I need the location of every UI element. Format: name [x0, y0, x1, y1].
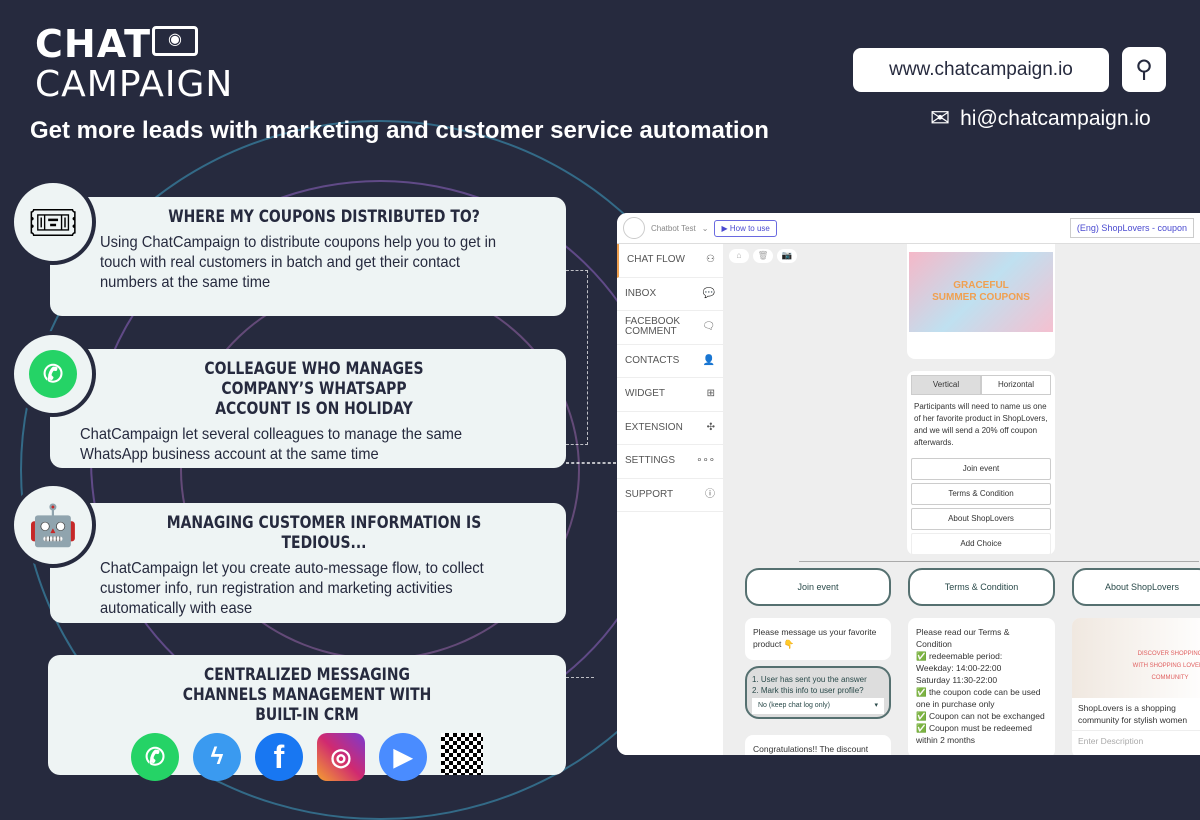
sidebar-item-support[interactable]: SUPPORT ⓘ: [617, 479, 723, 512]
sidebar: CHAT FLOW ⚇ INBOX 💬 FACEBOOK COMMENT 🗨 CONT…: [617, 244, 723, 755]
sidebar-item-widget[interactable]: WIDGET ⊞: [617, 378, 723, 412]
instagram-icon: ◎: [317, 733, 365, 781]
bot-selector[interactable]: Chatbot Test: [651, 224, 696, 233]
choice-button[interactable]: About ShopLovers: [911, 508, 1051, 530]
condition-text: 1. User has sent you the answer 2. Mark …: [752, 675, 867, 695]
how-to-use-button[interactable]: ▶ How to use: [714, 219, 777, 237]
search-button[interactable]: ⚲: [1122, 47, 1166, 92]
sidebar-item-settings[interactable]: SETTINGS ∘∘∘: [617, 445, 723, 479]
choice-button[interactable]: Terms & Condition: [911, 483, 1051, 505]
app-screenshot: Chatbot Test ⌄ ▶ How to use (Eng) ShopLov…: [617, 213, 1200, 755]
website-link[interactable]: www.chatcampaign.io: [853, 48, 1109, 92]
logo-campaign: CAMPAIGN: [35, 64, 234, 105]
feature-title: Colleague who manages company’s WhatsApp…: [204, 359, 424, 419]
congrats-node[interactable]: Congratulations!! The discount: [745, 735, 891, 755]
zoom-icon: ▶: [379, 733, 427, 781]
connector-line: [566, 270, 588, 445]
mail-icon: ✉: [930, 105, 951, 132]
connector-line: [566, 462, 616, 464]
feature-body: ChatCampaign let several colleagues to m…: [80, 426, 463, 463]
chat-bubbles-icon: 💬: [702, 287, 715, 299]
description-input[interactable]: Enter Description: [1072, 731, 1200, 751]
feature-card-channels: Centralized messaging channels managemen…: [48, 655, 566, 781]
tab-vertical[interactable]: Vertical: [911, 375, 981, 395]
connector-line: [566, 510, 594, 678]
choice-button[interactable]: Join event: [911, 458, 1051, 480]
trash-icon[interactable]: 🗑: [753, 249, 773, 263]
tagline: Get more leads with marketing and custom…: [30, 117, 769, 144]
messenger-icon: ϟ: [193, 733, 241, 781]
whatsapp-icon: ✆: [131, 733, 179, 781]
about-caption: ShopLovers is a shopping community for s…: [1072, 698, 1200, 731]
bot-avatar[interactable]: [623, 217, 645, 239]
qr-code-icon: [441, 733, 483, 775]
chevron-down-icon: ⌄: [701, 223, 709, 233]
feature-body: Using ChatCampaign to distribute coupons…: [100, 234, 497, 291]
how-to-use-label: How to use: [729, 223, 770, 233]
sidebar-item-chat-flow[interactable]: CHAT FLOW ⚇: [617, 244, 723, 278]
facebook-icon: f: [255, 733, 303, 781]
help-icon: ⓘ: [705, 488, 715, 500]
whatsapp-icon: ✆: [29, 350, 77, 398]
search-icon: ⚲: [1135, 56, 1153, 83]
sidebar-item-extension[interactable]: EXTENSION ✣: [617, 412, 723, 445]
about-node[interactable]: DISCOVER SHOPPING WITH SHOPPING LOVERS C…: [1072, 618, 1200, 755]
branch-join-event[interactable]: Join event: [745, 568, 891, 606]
contacts-icon: 👤: [702, 354, 715, 366]
sidebar-item-inbox[interactable]: INBOX 💬: [617, 278, 723, 311]
feature-title: Where my coupons distributed to?: [168, 207, 480, 227]
feature-title: Managing customer information is tedious…: [166, 513, 482, 553]
branch-about[interactable]: About ShopLovers: [1072, 568, 1200, 606]
email-link[interactable]: ✉ hi@chatcampaign.io: [930, 104, 1151, 133]
home-icon[interactable]: ⌂: [729, 249, 749, 263]
about-image: DISCOVER SHOPPING WITH SHOPPING LOVERS C…: [1072, 618, 1200, 698]
canvas-toolbar: ⌂ 🗑 📷: [729, 249, 797, 263]
sidebar-item-facebook-comment[interactable]: FACEBOOK COMMENT 🗨: [617, 311, 723, 345]
coupon-banner-node[interactable]: GRACEFUL SUMMER COUPONS: [907, 244, 1055, 359]
condition-node[interactable]: 1. User has sent you the answer 2. Mark …: [745, 666, 891, 719]
app-topbar: Chatbot Test ⌄ ▶ How to use (Eng) ShopLov…: [617, 213, 1200, 244]
comment-icon: 🗨: [702, 321, 715, 333]
chat-bubble-logo-icon: ◉: [152, 26, 198, 56]
feature-card-crm: Managing customer information is tedious…: [50, 503, 566, 623]
widget-grid-icon: ⊞: [706, 388, 715, 400]
feature-card-whatsapp: Colleague who manages company’s WhatsApp…: [50, 349, 566, 468]
more-dots-icon: ∘∘∘: [696, 455, 715, 467]
tab-horizontal[interactable]: Horizontal: [981, 375, 1051, 395]
intro-text: Participants will need to name us one of…: [914, 402, 1048, 447]
branch-terms[interactable]: Terms & Condition: [908, 568, 1055, 606]
join-message-node[interactable]: Please message us your favorite product …: [745, 618, 891, 660]
condition-select[interactable]: No (keep chat log only) ▾: [752, 698, 884, 714]
robot-icon: 🤖: [10, 482, 96, 568]
feature-body: ChatCampaign let you create auto-message…: [100, 560, 484, 617]
email-text: hi@chatcampaign.io: [960, 106, 1151, 130]
camera-icon[interactable]: 📷: [777, 249, 797, 263]
flow-tree-icon: ⚇: [706, 254, 715, 266]
add-choice-button[interactable]: Add Choice: [911, 533, 1051, 555]
coupon-banner-image: GRACEFUL SUMMER COUPONS: [909, 252, 1053, 332]
message-node[interactable]: Vertical Horizontal Participants will nee…: [907, 371, 1055, 555]
sidebar-item-contacts[interactable]: CONTACTS 👤: [617, 345, 723, 378]
terms-node[interactable]: Please read our Terms & Condition ✅ rede…: [908, 618, 1055, 755]
feature-title: Centralized messaging channels managemen…: [182, 665, 432, 725]
puzzle-icon: ✣: [706, 421, 715, 433]
feature-card-coupons: Where my coupons distributed to? Using C…: [50, 197, 566, 316]
dropdown-arrow-icon: ▾: [874, 702, 878, 709]
flow-selector[interactable]: (Eng) ShopLovers - coupon: [1069, 218, 1194, 238]
coupon-ticket-icon: 🎟: [10, 179, 96, 265]
connector-line: [799, 561, 1199, 562]
logo-chat: CHAT: [35, 22, 152, 66]
